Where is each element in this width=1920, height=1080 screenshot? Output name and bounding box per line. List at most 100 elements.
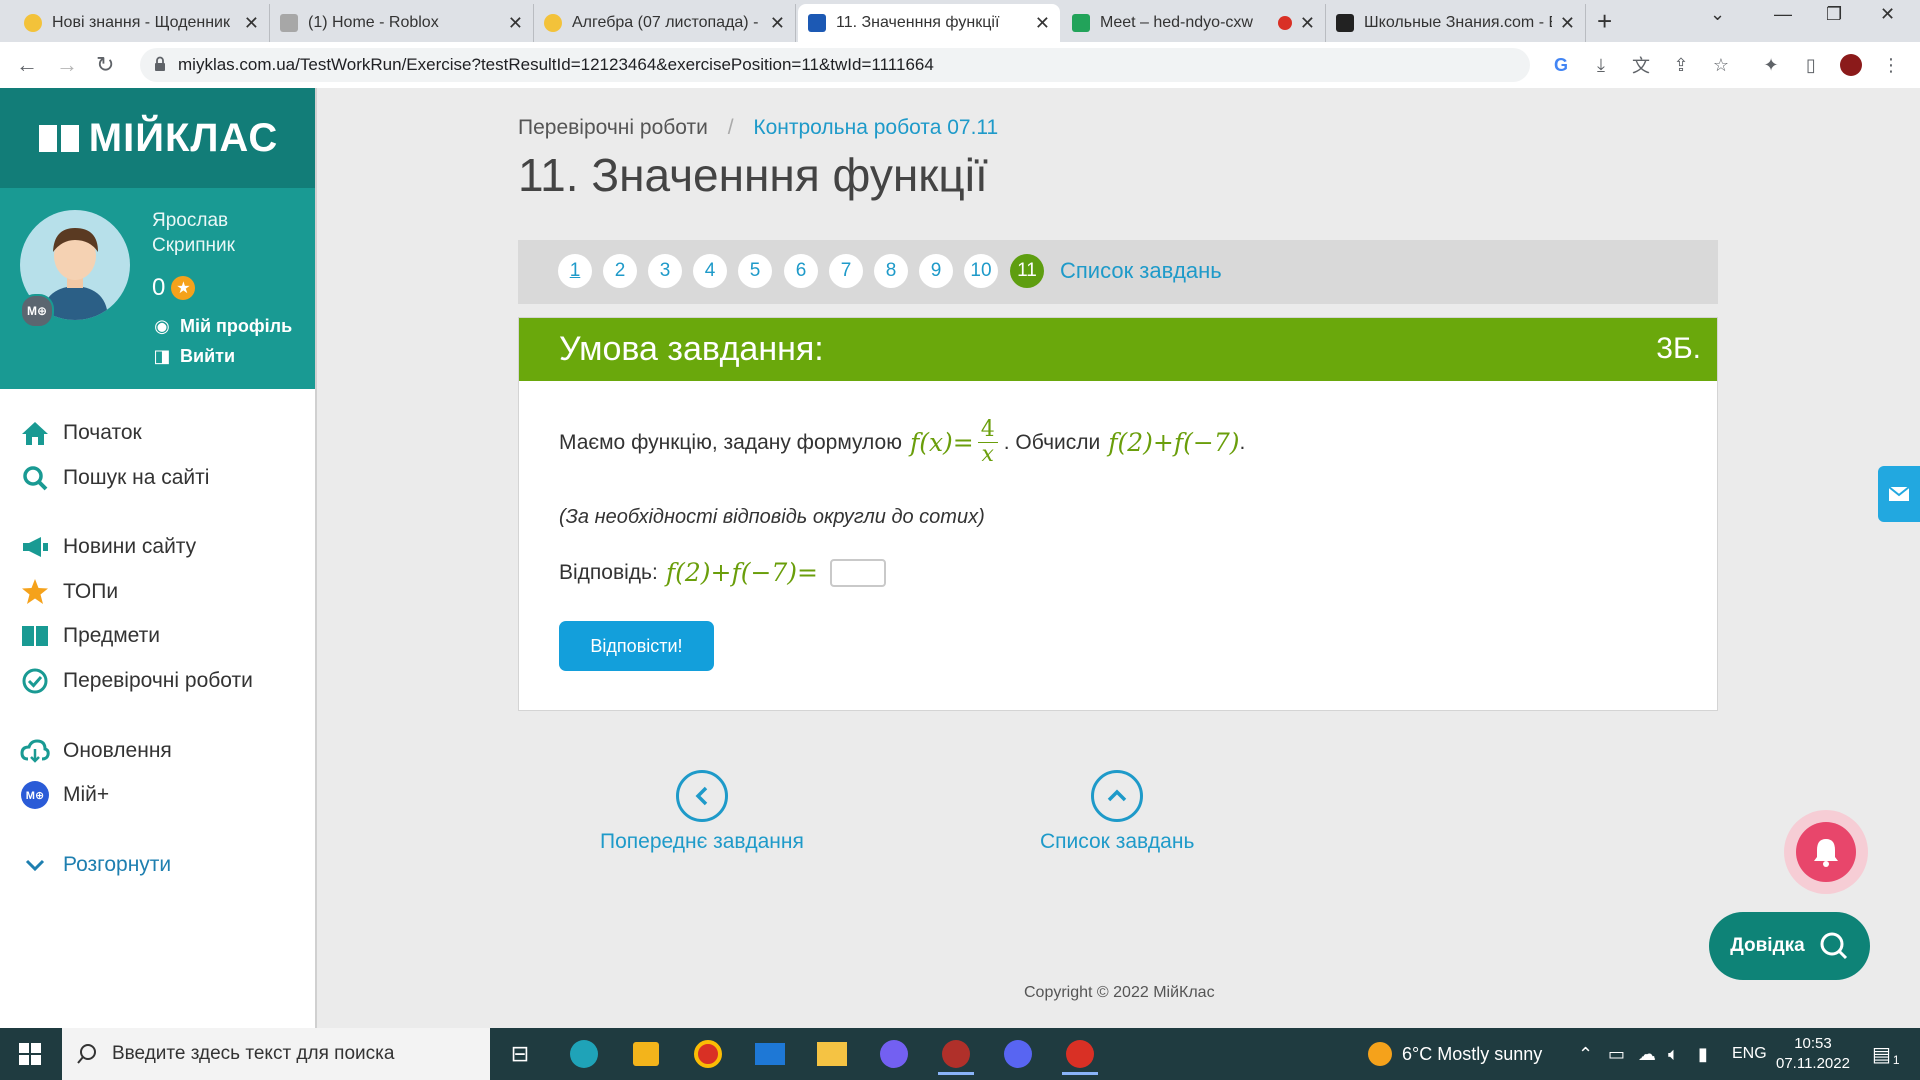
sidebar-item-search[interactable]: Пошук на сайті	[20, 463, 209, 493]
close-tab-icon[interactable]: ✕	[508, 13, 523, 34]
viber-icon[interactable]	[876, 1036, 912, 1072]
sidebar-item-tests[interactable]: Перевірочні роботи	[20, 666, 253, 696]
page-link-10[interactable]: 10	[964, 254, 998, 288]
page-link-3[interactable]: 3	[648, 254, 682, 288]
file-explorer-icon[interactable]	[814, 1036, 850, 1072]
statement-text: . Обчисли	[1003, 430, 1101, 454]
user-level-badge: М⊕	[20, 294, 54, 328]
side-panel-icon[interactable]: ▯	[1800, 54, 1822, 76]
taskbar-search-input[interactable]: Введите здесь текст для поиска	[62, 1028, 490, 1080]
microphone-icon[interactable]: ▮	[1698, 1028, 1708, 1080]
share-icon[interactable]: ⇪	[1670, 54, 1692, 76]
task-card: Умова завдання: 3Б. Маємо функцію, задан…	[518, 317, 1718, 711]
logout-link[interactable]: ◨ Вийти	[152, 346, 235, 367]
sidebar-expand-toggle[interactable]: Розгорнути	[20, 850, 171, 880]
formula-lhs: f(x)=	[909, 428, 974, 457]
browser-tab[interactable]: (1) Home - Roblox ✕	[270, 4, 534, 42]
minimize-button[interactable]: —	[1774, 4, 1792, 25]
sidebar-item-myplus[interactable]: M⊕ Мій+	[20, 780, 109, 810]
close-tab-icon[interactable]: ✕	[244, 13, 259, 34]
extensions-icon[interactable]: ✦	[1760, 54, 1782, 76]
feedback-mail-button[interactable]	[1878, 466, 1920, 522]
browser-tab[interactable]: Meet – hed-ndyo-cxw ✕	[1062, 4, 1326, 42]
discord-icon[interactable]	[1000, 1036, 1036, 1072]
onedrive-icon[interactable]: ☁	[1638, 1028, 1656, 1080]
breadcrumb: Перевірочні роботи / Контрольна робота 0…	[518, 116, 998, 140]
breadcrumb-current[interactable]: Контрольна робота 07.11	[753, 116, 998, 139]
points-value: 0	[152, 274, 166, 301]
chrome-icon[interactable]	[690, 1036, 726, 1072]
new-tab-button[interactable]: +	[1597, 6, 1612, 37]
page-link-4[interactable]: 4	[693, 254, 727, 288]
chrome-profile-icon[interactable]	[938, 1036, 974, 1075]
page-link-current[interactable]: 11	[1010, 254, 1044, 288]
sidebar-item-news[interactable]: Новини сайту	[20, 532, 196, 562]
task-view-icon[interactable]: ⊟	[502, 1036, 538, 1072]
task-list-label: Список завдань	[1040, 830, 1195, 853]
submit-answer-button[interactable]: Відповісти!	[559, 621, 714, 671]
task-list-link[interactable]: Список завдань	[1060, 258, 1222, 284]
restore-button[interactable]: ❐	[1826, 4, 1842, 25]
previous-task-button[interactable]: Попереднє завдання	[600, 770, 804, 854]
store-icon[interactable]	[628, 1036, 664, 1072]
windows-start-icon[interactable]	[12, 1036, 48, 1072]
tray-device-icon[interactable]: ▭	[1608, 1028, 1625, 1080]
weather-widget[interactable]: 6°C Mostly sunny	[1368, 1028, 1542, 1080]
bell-circle	[1796, 822, 1856, 882]
sidebar-item-tops[interactable]: ТОПи	[20, 577, 118, 607]
install-icon[interactable]: ⤓	[1590, 54, 1612, 76]
browser-tab-strip: Нові знання - Щоденник ✕ (1) Home - Robl…	[0, 0, 1920, 42]
task-list-button[interactable]: Список завдань	[1040, 770, 1194, 854]
sidebar-item-subjects[interactable]: Предмети	[20, 621, 160, 651]
page-link-7[interactable]: 7	[829, 254, 863, 288]
notification-center-icon[interactable]: ▤ 1	[1872, 1028, 1900, 1080]
clock[interactable]: 10:53 07.11.2022	[1776, 1028, 1850, 1080]
tab-search-icon[interactable]: ⌄	[1710, 4, 1725, 25]
site-logo[interactable]: МІЙКЛАС	[0, 88, 315, 188]
mail-app-icon[interactable]	[752, 1036, 788, 1072]
chrome-profile-2-icon[interactable]	[1062, 1036, 1098, 1075]
browser-tab[interactable]: Алгебра (07 листопада) - Е ✕	[534, 4, 796, 42]
browser-menu-icon[interactable]: ⋮	[1880, 54, 1902, 76]
profile-avatar-icon[interactable]	[1840, 54, 1862, 76]
search-icon	[1820, 932, 1847, 960]
browser-tab[interactable]: Школьные Знания.com - В ✕	[1326, 4, 1586, 42]
url-field[interactable]: miyklas.com.ua/TestWorkRun/Exercise?test…	[140, 48, 1530, 82]
bookmark-star-icon[interactable]: ☆	[1710, 54, 1732, 76]
breadcrumb-root[interactable]: Перевірочні роботи	[518, 116, 708, 139]
help-button[interactable]: Довідка	[1709, 912, 1870, 980]
page-link-1[interactable]: 1	[558, 254, 592, 288]
translate-icon[interactable]: 文	[1630, 54, 1652, 76]
page-link-9[interactable]: 9	[919, 254, 953, 288]
page-link-2[interactable]: 2	[603, 254, 637, 288]
forward-icon[interactable]: →	[56, 52, 78, 78]
language-indicator[interactable]: ENG	[1732, 1028, 1767, 1080]
recording-icon	[1277, 16, 1292, 30]
page-link-8[interactable]: 8	[874, 254, 908, 288]
close-tab-icon[interactable]: ✕	[1300, 13, 1315, 34]
my-profile-link[interactable]: ◉ Мій профіль	[152, 316, 292, 337]
close-window-button[interactable]: ✕	[1880, 4, 1895, 25]
volume-icon[interactable]: 🔈︎	[1668, 1028, 1679, 1080]
page-link-6[interactable]: 6	[784, 254, 818, 288]
answer-input[interactable]	[830, 558, 887, 587]
close-tab-icon[interactable]: ✕	[770, 13, 785, 34]
close-tab-icon[interactable]: ✕	[1035, 13, 1050, 34]
close-tab-icon[interactable]: ✕	[1560, 13, 1575, 34]
reload-icon[interactable]: ↻	[96, 52, 114, 78]
browser-tab[interactable]: Нові знання - Щоденник ✕	[14, 4, 270, 42]
znania-icon	[1336, 14, 1354, 32]
back-icon[interactable]: ←	[16, 52, 38, 78]
sun-icon	[544, 14, 562, 32]
notifications-button[interactable]	[1784, 810, 1868, 894]
browser-tab-active[interactable]: 11. Значенння функції ✕	[798, 4, 1060, 42]
edge-icon[interactable]	[566, 1036, 602, 1072]
notification-count: 1	[1892, 1053, 1900, 1067]
copyright: Copyright © 2022 МійКлас	[1024, 984, 1215, 1001]
sidebar-item-updates[interactable]: Оновлення	[20, 736, 172, 766]
tray-chevron-icon[interactable]: ⌃	[1578, 1028, 1593, 1080]
windows-taskbar: Введите здесь текст для поиска ⊟ 6°C Mos…	[0, 1028, 1920, 1080]
google-icon[interactable]: G	[1550, 54, 1572, 76]
page-link-5[interactable]: 5	[738, 254, 772, 288]
sidebar-item-home[interactable]: Початок	[20, 418, 142, 448]
